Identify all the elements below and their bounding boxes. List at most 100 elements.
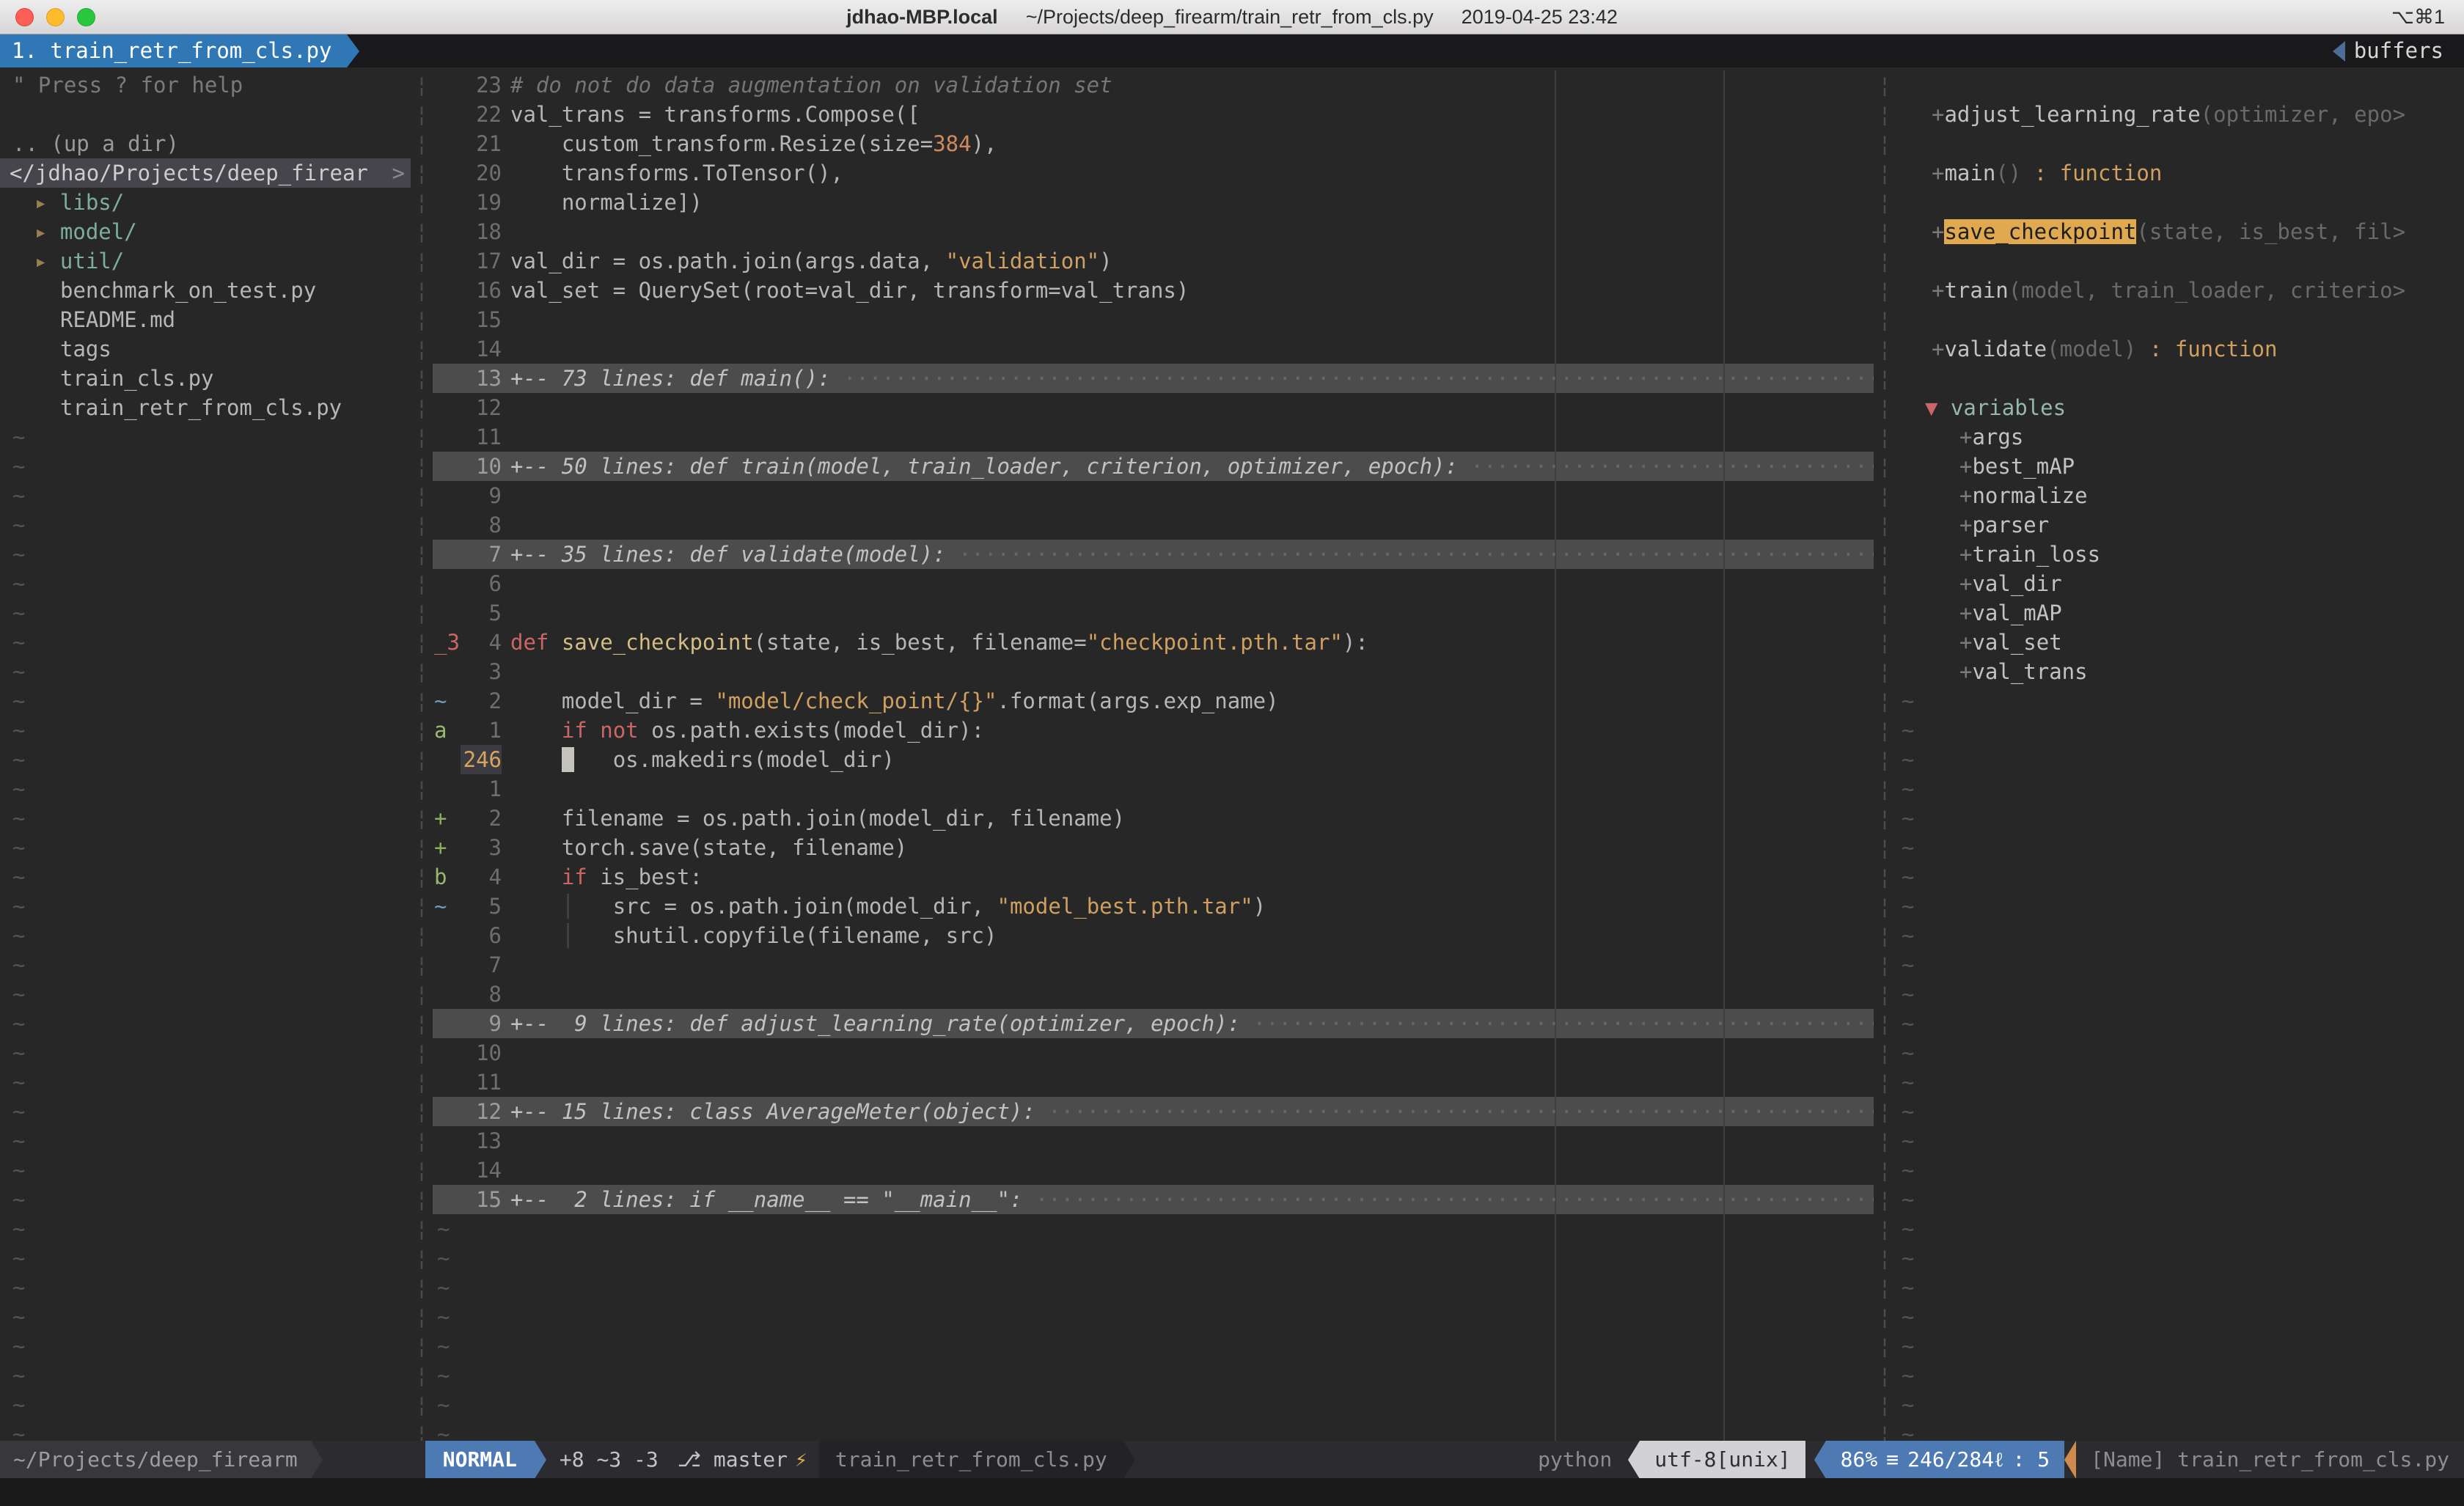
code-text — [510, 569, 1874, 598]
tree-tilde-row: ~ — [0, 921, 411, 950]
code-line[interactable]: 21 custom_transform.Resize(size=384), — [433, 129, 1874, 158]
code-line[interactable]: 18 — [433, 217, 1874, 246]
code-line[interactable]: 9 — [433, 481, 1874, 510]
code-line[interactable]: b4 if is_best: — [433, 862, 1874, 892]
tagbar-variable[interactable]: +best_mAP — [1896, 452, 2464, 481]
fold-line[interactable]: 13+-- 73 lines: def main(): ············… — [433, 364, 1874, 393]
code-line[interactable]: ~5 │ src = os.path.join(model_dir, "mode… — [433, 892, 1874, 921]
tagbar-function[interactable]: +save_checkpoint(state, is_best, fil> — [1896, 217, 2464, 246]
tagbar-variable[interactable]: +val_mAP — [1896, 598, 2464, 628]
tree-tilde-row: ~ — [0, 1097, 411, 1126]
code-line[interactable]: 6 — [433, 569, 1874, 598]
separator-glyph: ¦ — [1874, 921, 1896, 950]
fold-line[interactable]: 10+-- 50 lines: def train(model, train_l… — [433, 452, 1874, 481]
code-token — [510, 923, 562, 948]
fold-line[interactable]: 12+-- 15 lines: class AverageMeter(objec… — [433, 1097, 1874, 1126]
code-line[interactable]: ~2 model_dir = "model/check_point/{}".fo… — [433, 686, 1874, 716]
code-line[interactable]: 1 — [433, 774, 1874, 804]
tag-expand-icon: + — [1932, 337, 1944, 361]
sign-column-cell — [433, 745, 461, 774]
tagbar-variable[interactable]: +args — [1896, 422, 2464, 452]
code-line[interactable]: 11 — [433, 1068, 1874, 1097]
code-line[interactable]: 246 os.makedirs(model_dir) — [433, 745, 1874, 774]
minimize-button[interactable] — [46, 8, 65, 26]
code-line[interactable]: 3 — [433, 657, 1874, 686]
code-line[interactable]: 10 — [433, 1038, 1874, 1068]
fold-line[interactable]: 7+-- 35 lines: def validate(model): ····… — [433, 540, 1874, 569]
code-line[interactable]: 5 — [433, 598, 1874, 628]
tree-tilde-row: ~ — [0, 628, 411, 657]
tagbar-variable[interactable]: +val_trans — [1896, 657, 2464, 686]
tree-item-file[interactable]: train_cls.py — [0, 364, 411, 393]
code-line[interactable]: +2 filename = os.path.join(model_dir, fi… — [433, 804, 1874, 833]
code-line[interactable]: 17val_dir = os.path.join(args.data, "val… — [433, 246, 1874, 276]
line-number: 4 — [461, 862, 502, 892]
code-token: def — [510, 630, 562, 655]
code-line[interactable]: 23# do not do data augmentation on valid… — [433, 70, 1874, 100]
tagbar-tilde-row: ~ — [1896, 921, 2464, 950]
code-line[interactable]: _34def save_checkpoint(state, is_best, f… — [433, 628, 1874, 657]
tree-item-dir[interactable]: ▸ util/ — [0, 246, 411, 276]
tagbar-function[interactable]: +train(model, train_loader, criterio> — [1896, 276, 2464, 305]
buffers-label[interactable]: buffers — [2354, 34, 2464, 67]
tagbar-function[interactable]: +adjust_learning_rate(optimizer, epo> — [1896, 100, 2464, 129]
code-line[interactable]: 8 — [433, 980, 1874, 1009]
code-line[interactable]: 16val_set = QuerySet(root=val_dir, trans… — [433, 276, 1874, 305]
code-line[interactable]: 19 normalize]) — [433, 188, 1874, 217]
tagbar-variable[interactable]: +parser — [1896, 510, 2464, 540]
code-token: .format(args.exp_name) — [997, 688, 1278, 713]
code-token: (state, is_best, filename= — [754, 630, 1087, 655]
code-text: +-- 35 lines: def validate(model): ·····… — [510, 540, 1874, 569]
tagbar-variable[interactable]: +normalize — [1896, 481, 2464, 510]
code-text: │ shutil.copyfile(filename, src) — [510, 921, 1874, 950]
close-button[interactable] — [15, 8, 34, 26]
fold-fill: ········································… — [831, 366, 1874, 391]
code-line[interactable]: 20 transforms.ToTensor(), — [433, 158, 1874, 188]
code-line[interactable]: 15 — [433, 305, 1874, 334]
separator-glyph: ¦ — [1874, 1009, 1896, 1038]
fold-line[interactable]: 15+-- 2 lines: if __name__ == "__main__"… — [433, 1185, 1874, 1214]
code-line[interactable]: 8 — [433, 510, 1874, 540]
tagbar-variable[interactable]: +train_loss — [1896, 540, 2464, 569]
tagbar-tilde-row: ~ — [1896, 745, 2464, 774]
code-token — [587, 718, 600, 743]
tree-tilde-row: ~ — [0, 510, 411, 540]
tree-tilde-row: ~ — [0, 686, 411, 716]
menubar-status-item[interactable]: ⌥⌘1 — [2391, 6, 2445, 29]
tab-active[interactable]: 1. train_retr_from_cls.py — [0, 34, 347, 67]
code-line[interactable]: 14 — [433, 334, 1874, 364]
code-line[interactable]: 14 — [433, 1156, 1874, 1185]
tree-item-dir[interactable]: ▸ libs/ — [0, 188, 411, 217]
code-token: ) — [1253, 894, 1266, 919]
code-line[interactable]: 13 — [433, 1126, 1874, 1156]
tree-root[interactable]: </jdhao/Projects/deep_firear> — [0, 158, 411, 188]
tree-item-file[interactable]: README.md — [0, 305, 411, 334]
tagbar-variable[interactable]: +val_set — [1896, 628, 2464, 657]
code-line[interactable]: 7 — [433, 950, 1874, 980]
tree-item-file[interactable]: train_retr_from_cls.py — [0, 393, 411, 422]
code-line[interactable]: 6 │ shutil.copyfile(filename, src) — [433, 921, 1874, 950]
tree-up-dir[interactable]: .. (up a dir) — [0, 129, 411, 158]
window-title: jdhao-MBP.local ~/Projects/deep_firearm/… — [846, 6, 1618, 29]
tagbar-variable[interactable]: +val_dir — [1896, 569, 2464, 598]
line-number: 17 — [461, 246, 502, 276]
code-line[interactable]: 22val_trans = transforms.Compose([ — [433, 100, 1874, 129]
code-text: if is_best: — [510, 862, 1874, 892]
command-line[interactable] — [0, 1478, 2464, 1506]
code-line[interactable]: 12 — [433, 393, 1874, 422]
tagbar-function[interactable]: +validate(model) : function — [1896, 334, 2464, 364]
tree-item-file[interactable]: benchmark_on_test.py — [0, 276, 411, 305]
line-number: 2 — [461, 686, 502, 716]
tagbar-kind-header[interactable]: ▼ variables — [1896, 393, 2464, 422]
tree-item-file[interactable]: tags — [0, 334, 411, 364]
fold-fill: ········································… — [1035, 1099, 1874, 1124]
line-number: 6 — [461, 921, 502, 950]
tree-item-dir[interactable]: ▸ model/ — [0, 217, 411, 246]
code-line[interactable]: +3 torch.save(state, filename) — [433, 833, 1874, 862]
code-line[interactable]: 11 — [433, 422, 1874, 452]
zoom-button[interactable] — [77, 8, 95, 26]
tagbar-function[interactable]: +main() : function — [1896, 158, 2464, 188]
code-token: "checkpoint.pth.tar" — [1087, 630, 1343, 655]
code-line[interactable]: a1 if not os.path.exists(model_dir): — [433, 716, 1874, 745]
fold-line[interactable]: 9+-- 9 lines: def adjust_learning_rate(o… — [433, 1009, 1874, 1038]
